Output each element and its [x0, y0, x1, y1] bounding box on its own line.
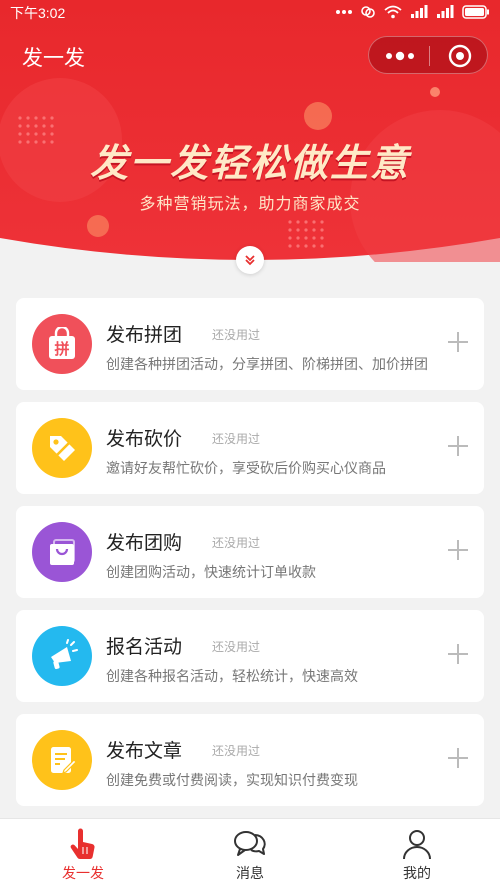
megaphone-icon — [51, 639, 78, 670]
card-status: 还没用过 — [212, 432, 261, 446]
card-title: 发布砍价 — [106, 428, 183, 450]
card-baoming[interactable]: 报名活动 还没用过 创建各种报名活动，轻松统计，快速高效 — [16, 610, 484, 702]
chat-bubbles-icon — [234, 831, 266, 856]
plus-icon[interactable] — [446, 746, 470, 770]
battery-icon — [462, 5, 489, 19]
hero-banner: 下午3:02 发一发 发一发轻松做生意 多种营销玩法，助力商家成交 — [0, 0, 500, 262]
hero-title: 发一发轻松做生意 — [89, 141, 410, 185]
expand-button[interactable] — [236, 246, 264, 274]
card-icon-circle — [32, 626, 92, 686]
card-title: 发布文章 — [106, 740, 183, 762]
svg-text:拼: 拼 — [54, 340, 69, 358]
card-icon-circle: 拼 — [32, 314, 92, 374]
signal-icon-2 — [437, 5, 454, 18]
card-description: 邀请好友帮忙砍价，享受砍后价购买心仪商品 — [106, 461, 386, 477]
signal-icon — [411, 5, 428, 18]
card-pintuan[interactable]: 拼 发布拼团 还没用过 创建各种拼团活动，分享拼团、阶梯拼团、加价拼团 — [16, 298, 484, 390]
card-status: 还没用过 — [212, 744, 261, 758]
feature-card-list: 拼 发布拼团 还没用过 创建各种拼团活动，分享拼团、阶梯拼团、加价拼团 发布砍价… — [16, 298, 484, 818]
tab-fayifa[interactable]: 发一发 — [0, 819, 166, 888]
wifi-icon — [384, 5, 402, 19]
status-icons — [336, 5, 490, 19]
card-kanjia[interactable]: 发布砍价 还没用过 邀请好友帮忙砍价，享受砍后价购买心仪商品 — [16, 402, 484, 494]
card-title: 发布团购 — [106, 532, 183, 554]
card-status: 还没用过 — [212, 536, 261, 550]
hand-pointer-icon — [70, 828, 95, 860]
tab-label: 消息 — [236, 866, 264, 882]
status-time: 下午3:02 — [10, 5, 66, 21]
double-chevron-down-icon — [245, 255, 255, 266]
more-menu-icon[interactable] — [383, 47, 417, 65]
pintuan-bag-icon: 拼 — [49, 327, 75, 359]
capsule-divider — [429, 46, 430, 66]
plus-icon[interactable] — [446, 434, 470, 458]
close-miniprogram-icon[interactable] — [448, 44, 472, 68]
card-description: 创建各种拼团活动，分享拼团、阶梯拼团、加价拼团 — [106, 357, 428, 373]
page-title: 发一发 — [22, 46, 85, 70]
card-description: 创建团购活动，快速统计订单收款 — [106, 565, 316, 581]
more-dots-icon — [336, 10, 352, 14]
plus-icon[interactable] — [446, 330, 470, 354]
article-edit-icon — [51, 747, 77, 774]
card-title: 发布拼团 — [106, 324, 183, 346]
navbar: 发一发 — [0, 30, 500, 82]
card-tuangou[interactable]: 发布团购 还没用过 创建团购活动，快速统计订单收款 — [16, 506, 484, 598]
card-icon-circle — [32, 418, 92, 478]
hero-subtitle: 多种营销玩法，助力商家成交 — [139, 194, 361, 213]
status-bar: 下午3:02 — [0, 0, 500, 26]
card-status: 还没用过 — [212, 640, 261, 654]
miniprogram-capsule — [368, 36, 488, 74]
card-icon-circle — [32, 730, 92, 790]
user-icon — [403, 830, 431, 860]
card-description: 创建各种报名活动，轻松统计，快速高效 — [106, 669, 358, 685]
card-status: 还没用过 — [212, 328, 261, 342]
plus-icon[interactable] — [446, 538, 470, 562]
tab-label: 我的 — [403, 866, 431, 882]
plus-icon[interactable] — [446, 642, 470, 666]
shopping-bag-icon — [50, 539, 75, 565]
price-tag-icon — [50, 436, 75, 461]
card-title: 报名活动 — [106, 636, 183, 658]
tab-profile[interactable]: 我的 — [334, 819, 500, 888]
link-icon — [361, 6, 375, 18]
card-icon-circle — [32, 522, 92, 582]
tab-messages[interactable]: 消息 — [167, 819, 333, 888]
bottom-tab-bar: 发一发 消息 我的 — [0, 818, 500, 888]
tab-label: 发一发 — [62, 866, 104, 882]
card-wenzhang[interactable]: 发布文章 还没用过 创建免费或付费阅读，实现知识付费变现 — [16, 714, 484, 806]
card-description: 创建免费或付费阅读，实现知识付费变现 — [106, 773, 358, 789]
